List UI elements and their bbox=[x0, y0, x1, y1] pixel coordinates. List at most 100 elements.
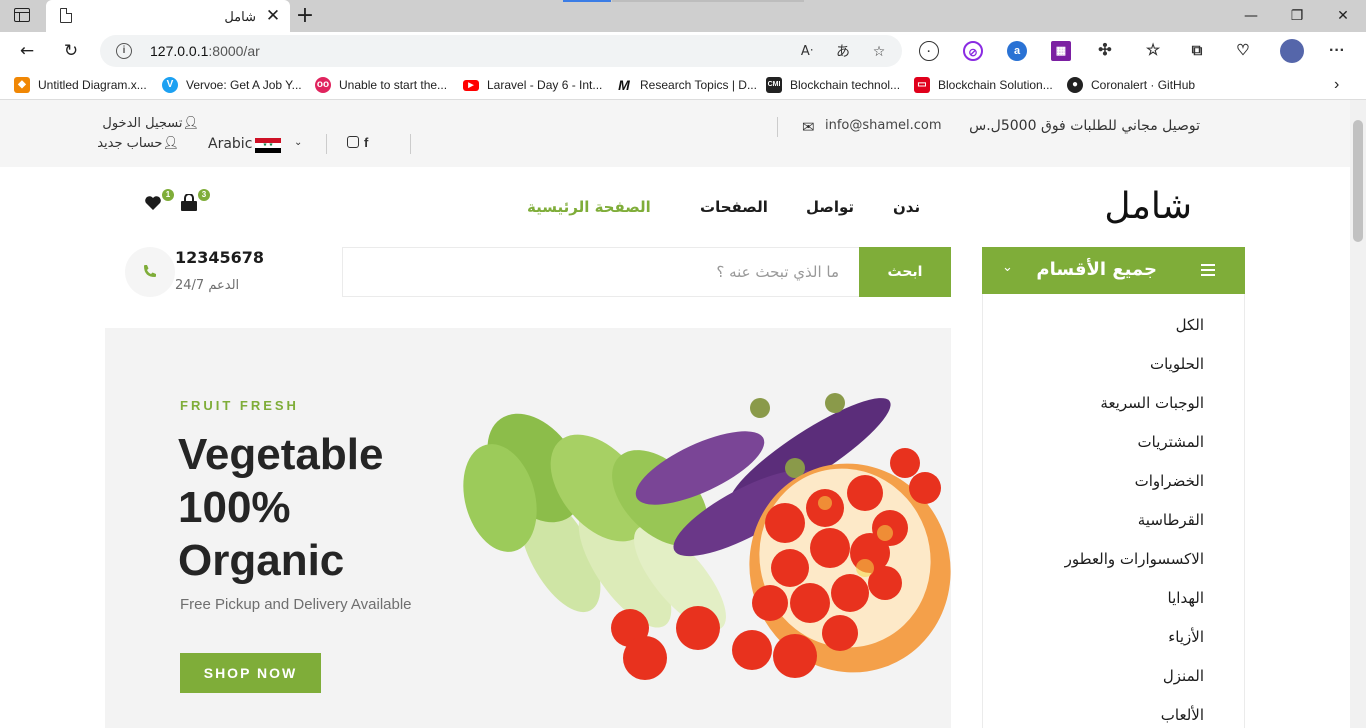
page-scrollbar[interactable] bbox=[1350, 100, 1366, 728]
user-icon: 👤︎ bbox=[182, 116, 199, 131]
extension-headset-icon[interactable]: · bbox=[919, 41, 939, 61]
url-text[interactable]: 127.0.0.1:8000/ar bbox=[150, 43, 260, 59]
page-viewport: توصيل مجاني للطلبات فوق 5000ل.س ✉ info@s… bbox=[0, 100, 1350, 728]
new-tab-icon[interactable]: + bbox=[294, 2, 316, 30]
bookmark-item[interactable]: ▭ Blockchain Solution... bbox=[914, 76, 1053, 94]
category-item[interactable]: الحلويات bbox=[1150, 355, 1204, 373]
nav-item-pages[interactable]: الصفحات bbox=[700, 198, 768, 216]
bookmark-item[interactable]: ▶ Laravel - Day 6 - Int... bbox=[463, 76, 602, 94]
oracle-icon: ▭ bbox=[914, 77, 930, 93]
hero-subtitle: Free Pickup and Delivery Available bbox=[180, 596, 412, 613]
hero-kicker: FRUIT FRESH bbox=[180, 398, 299, 413]
favorite-add-icon[interactable]: ☆ bbox=[868, 41, 890, 63]
shop-now-button[interactable]: SHOP NOW bbox=[180, 653, 321, 693]
m-logo-icon: M bbox=[618, 77, 630, 93]
support-phone: 12345678 bbox=[175, 248, 265, 267]
tab-indicator bbox=[563, 0, 611, 2]
user-icon: 👤︎ bbox=[162, 136, 179, 151]
register-link[interactable]: 👤︎حساب جديد bbox=[97, 136, 179, 151]
category-item[interactable]: الكل bbox=[1176, 316, 1204, 334]
extensions-icon[interactable]: ✣ bbox=[1095, 41, 1115, 61]
heart-icon bbox=[145, 196, 161, 210]
hero-banner: FRUIT FRESH Vegetable 100% Organic Free … bbox=[105, 328, 951, 728]
tab-indicator bbox=[612, 0, 804, 2]
cmi-icon: CMI bbox=[766, 77, 782, 93]
category-item[interactable]: الألعاب bbox=[1161, 706, 1204, 724]
free-shipping-text: توصيل مجاني للطلبات فوق 5000ل.س bbox=[969, 118, 1200, 134]
chevron-down-icon[interactable]: ⌄ bbox=[294, 137, 302, 148]
browser-tab-bar: شامل ✕ + — ❐ ✕ bbox=[0, 0, 1366, 32]
favorites-icon[interactable]: ☆ bbox=[1143, 41, 1163, 61]
category-item[interactable]: الأزياء bbox=[1168, 628, 1204, 646]
divider bbox=[326, 134, 327, 154]
email-link[interactable]: info@shamel.com bbox=[825, 118, 942, 133]
nav-item[interactable]: ندن bbox=[893, 198, 920, 216]
page-icon bbox=[60, 8, 72, 23]
profile-avatar[interactable] bbox=[1280, 39, 1304, 63]
category-item[interactable]: القرطاسية bbox=[1138, 511, 1204, 529]
youtube-icon: ▶ bbox=[463, 79, 479, 91]
bookmark-item[interactable]: oo Unable to start the... bbox=[315, 76, 447, 94]
login-link[interactable]: 👤︎تسجيل الدخول bbox=[102, 116, 199, 131]
refresh-icon[interactable]: ↻ bbox=[58, 38, 84, 64]
search-input[interactable] bbox=[343, 248, 859, 296]
extension-grid-icon[interactable]: ▦ bbox=[1051, 41, 1071, 61]
github-icon: ● bbox=[1067, 77, 1083, 93]
chevron-down-icon: ⌄ bbox=[1002, 260, 1013, 275]
more-menu-icon[interactable]: ··· bbox=[1327, 41, 1347, 61]
top-bar: توصيل مجاني للطلبات فوق 5000ل.س ✉ info@s… bbox=[0, 100, 1350, 167]
bookmark-item[interactable]: M Research Topics | D... bbox=[616, 76, 757, 94]
health-icon[interactable]: ♡ bbox=[1233, 41, 1253, 61]
close-tab-icon[interactable]: ✕ bbox=[262, 5, 284, 27]
category-item[interactable]: الخضراوات bbox=[1135, 472, 1204, 490]
minimize-icon[interactable]: — bbox=[1228, 4, 1274, 28]
browser-tab[interactable]: شامل ✕ bbox=[46, 0, 290, 32]
bookmark-item[interactable]: V Vervoe: Get A Job Y... bbox=[162, 76, 302, 94]
read-aloud-icon[interactable]: Aᐧ bbox=[796, 41, 818, 63]
language-selector[interactable]: Arabic bbox=[208, 136, 252, 152]
cart-button[interactable]: 3 bbox=[179, 189, 210, 214]
category-item[interactable]: الهدايا bbox=[1168, 589, 1204, 607]
wishlist-button[interactable]: 1 bbox=[144, 189, 174, 213]
site-info-icon[interactable]: i bbox=[116, 43, 132, 59]
tab-title: شامل bbox=[224, 9, 256, 24]
tab-actions-icon[interactable] bbox=[14, 8, 30, 22]
address-bar[interactable]: i 127.0.0.1:8000/ar Aᐧ あ ☆ bbox=[100, 35, 902, 67]
facebook-icon[interactable]: f bbox=[364, 135, 368, 150]
back-icon[interactable]: ← bbox=[14, 38, 40, 64]
bookmark-item[interactable]: ● Coronalert · GitHub bbox=[1067, 76, 1195, 94]
translate-icon[interactable]: あ bbox=[832, 41, 854, 63]
category-item[interactable]: الوجبات السريعة bbox=[1100, 394, 1204, 412]
restore-icon[interactable]: ❐ bbox=[1274, 4, 1320, 28]
nav-item-home[interactable]: الصفحة الرئيسية bbox=[527, 198, 651, 216]
site-logo[interactable]: شامل bbox=[1104, 186, 1192, 227]
bookmarks-more-icon[interactable]: › bbox=[1334, 76, 1339, 94]
bookmarks-bar: ◆ Untitled Diagram.x... V Vervoe: Get A Jo… bbox=[0, 70, 1366, 100]
collections-icon[interactable]: ⧉ bbox=[1187, 41, 1207, 61]
scrollbar-thumb[interactable] bbox=[1353, 120, 1363, 242]
support-label: الدعم 24/7 bbox=[175, 278, 240, 293]
extension-block-icon[interactable]: ⊘ bbox=[963, 41, 983, 61]
search-button[interactable]: ابحث bbox=[859, 247, 951, 297]
category-item[interactable]: المشتريات bbox=[1138, 433, 1204, 451]
search-form: ابحث bbox=[342, 247, 951, 297]
bookmark-item[interactable]: CMI Blockchain technol... bbox=[766, 76, 900, 94]
vervoe-icon: V bbox=[162, 77, 178, 93]
categories-list: الكل الحلويات الوجبات السريعة المشتريات … bbox=[982, 294, 1245, 728]
categories-title: جميع الأقسام bbox=[1036, 259, 1157, 280]
menu-icon bbox=[1201, 264, 1215, 276]
cart-count-badge: 3 bbox=[198, 189, 210, 201]
all-categories-toggle[interactable]: ⌄ جميع الأقسام bbox=[982, 247, 1245, 294]
divider bbox=[410, 134, 411, 154]
bookmark-item[interactable]: ◆ Untitled Diagram.x... bbox=[14, 76, 147, 94]
extension-a-icon[interactable]: a bbox=[1007, 41, 1027, 61]
instagram-icon[interactable] bbox=[347, 136, 359, 148]
browser-toolbar: ← ↻ i 127.0.0.1:8000/ar Aᐧ あ ☆ · ⊘ a ▦ ✣… bbox=[0, 32, 1366, 70]
close-window-icon[interactable]: ✕ bbox=[1320, 4, 1366, 28]
category-item[interactable]: الاكسسوارات والعطور bbox=[1065, 550, 1204, 568]
category-item[interactable]: المنزل bbox=[1163, 667, 1204, 685]
nav-item-contact[interactable]: تواصل bbox=[806, 198, 854, 216]
hero-title: Vegetable 100% Organic bbox=[178, 430, 384, 585]
mail-icon: ✉ bbox=[802, 118, 815, 136]
phone-icon-circle bbox=[125, 247, 175, 297]
